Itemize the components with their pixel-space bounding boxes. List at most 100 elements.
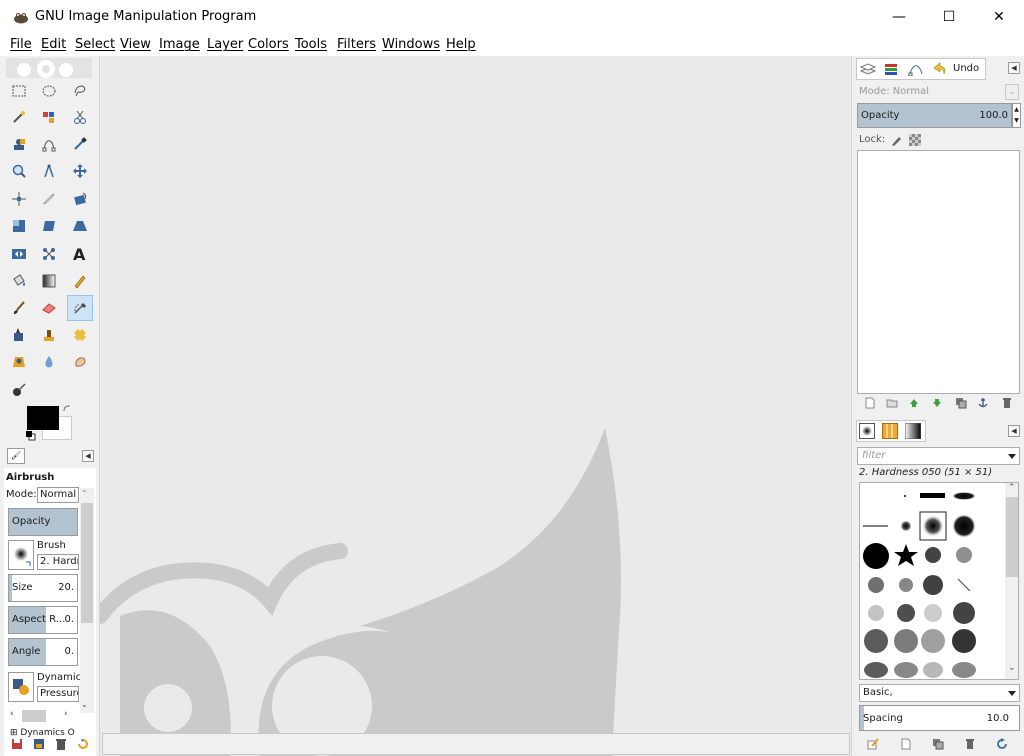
menu-windows[interactable]: Windows [382, 37, 440, 52]
layers-tab-icon[interactable] [859, 62, 877, 76]
flip-icon[interactable] [8, 243, 30, 265]
menu-image[interactable]: Image [159, 37, 200, 52]
image-canvas[interactable] [100, 56, 851, 756]
scissors-select-icon[interactable] [69, 106, 91, 128]
edit-brush-icon[interactable] [867, 738, 879, 750]
duplicate-brush-icon[interactable] [932, 738, 944, 750]
lock-pixels-icon[interactable] [890, 134, 902, 146]
scale-icon[interactable] [8, 215, 30, 237]
color-picker-icon[interactable] [69, 133, 91, 155]
brush-selector[interactable]: Brush 2. Hardn [8, 540, 79, 570]
raise-layer-icon[interactable] [908, 397, 920, 409]
align-icon[interactable] [8, 188, 30, 210]
undo-tab-label[interactable]: Undo [953, 63, 979, 74]
new-layer-group-icon[interactable] [886, 397, 898, 409]
ink-icon[interactable] [8, 324, 30, 346]
airbrush-icon[interactable] [67, 295, 93, 321]
brush-grid[interactable]: ⌃ ⌄ [859, 482, 1019, 680]
heal-icon[interactable] [69, 324, 91, 346]
blend-icon[interactable] [38, 270, 60, 292]
rotate-icon[interactable] [69, 188, 91, 210]
scroll-down-icon[interactable]: ⌄ [81, 700, 88, 709]
scroll-left-icon[interactable]: ‹ [10, 709, 14, 719]
clone-icon[interactable] [38, 324, 60, 346]
menu-tools[interactable]: Tools [295, 37, 327, 52]
opacity-slider[interactable]: Opacity [8, 508, 78, 536]
ellipse-select-icon[interactable] [38, 80, 60, 102]
gradients-tab-icon[interactable] [904, 422, 922, 440]
pencil-icon[interactable] [69, 270, 91, 292]
brushes-panel-menu-icon[interactable]: ◀ [1008, 425, 1020, 437]
lower-layer-icon[interactable] [931, 397, 943, 409]
duplicate-layer-icon[interactable] [955, 397, 967, 409]
paths-icon[interactable] [38, 133, 60, 155]
menu-colors[interactable]: Colors [248, 37, 289, 52]
perspective-icon[interactable] [69, 215, 91, 237]
save-options-icon[interactable] [11, 738, 23, 750]
layers-list[interactable] [857, 150, 1020, 394]
preset-dropdown-icon[interactable] [1008, 691, 1016, 696]
brush-thumbnails[interactable] [860, 483, 1005, 680]
bucket-fill-icon[interactable] [8, 270, 30, 292]
crop-icon[interactable] [38, 188, 60, 210]
dynamics-icon[interactable] [8, 672, 34, 702]
menu-layer[interactable]: Layer [207, 37, 243, 52]
fuzzy-select-icon[interactable] [8, 106, 30, 128]
tool-options-tab-icon[interactable]: 🖌 [7, 448, 25, 464]
mode-select[interactable]: Normal [37, 487, 79, 503]
smudge-icon[interactable] [69, 351, 91, 373]
shear-icon[interactable] [38, 215, 60, 237]
paintbrush-icon[interactable] [8, 297, 30, 319]
scroll-up-icon[interactable]: ⌃ [81, 489, 88, 498]
menu-select[interactable]: Select [75, 37, 115, 52]
opacity-spin-icon[interactable]: ▲ ▼ [1012, 103, 1021, 128]
anchor-layer-icon[interactable] [977, 397, 989, 409]
foreground-select-icon[interactable] [8, 133, 30, 155]
brush-scroll-up-icon[interactable]: ⌃ [1008, 483, 1016, 493]
layers-panel-menu-icon[interactable]: ◀ [1008, 62, 1020, 74]
new-layer-icon[interactable] [864, 397, 876, 409]
zoom-icon[interactable] [8, 160, 30, 182]
text-icon[interactable]: A [69, 243, 91, 265]
undo-tab-icon[interactable] [932, 61, 948, 77]
lock-alpha-icon[interactable] [909, 134, 921, 146]
brushes-tab-icon[interactable] [859, 423, 875, 439]
close-button[interactable]: ✕ [976, 0, 1022, 34]
angle-slider[interactable]: Angle 0. [8, 638, 78, 666]
cage-transform-icon[interactable] [38, 243, 60, 265]
eraser-icon[interactable] [38, 297, 60, 319]
brush-grid-scroll-thumb[interactable] [1006, 497, 1018, 577]
perspective-clone-icon[interactable] [8, 351, 30, 373]
paths-tab-icon[interactable] [908, 62, 924, 77]
brush-name-field[interactable]: 2. Hardn [37, 554, 79, 570]
aspect-ratio-slider[interactable]: Aspect R... 0. [8, 606, 78, 634]
panel-menu-icon[interactable]: ◀ [82, 450, 94, 462]
menu-filters[interactable]: Filters [337, 37, 376, 52]
channels-tab-icon[interactable] [883, 62, 899, 76]
minimize-button[interactable]: — [876, 0, 922, 34]
scroll-right-icon[interactable]: › [64, 709, 68, 719]
maximize-button[interactable]: ☐ [926, 0, 972, 34]
reset-options-icon[interactable] [77, 738, 89, 750]
measure-icon[interactable] [38, 160, 60, 182]
layers-opacity-slider[interactable]: Opacity 100.0 [857, 103, 1012, 128]
default-colors-icon[interactable] [26, 431, 36, 441]
blur-icon[interactable] [38, 351, 60, 373]
foreground-color-swatch[interactable] [27, 406, 59, 430]
select-by-color-icon[interactable] [38, 106, 60, 128]
patterns-tab-icon[interactable] [882, 423, 898, 439]
restore-options-icon[interactable] [33, 738, 45, 750]
brush-filter-input[interactable]: filter [857, 447, 1020, 465]
tool-options-scroll-thumb[interactable] [81, 503, 93, 623]
refresh-brushes-icon[interactable] [996, 738, 1008, 750]
swap-colors-icon[interactable] [62, 404, 72, 414]
mode-dropdown-icon[interactable]: ⌄ [1005, 84, 1019, 100]
brush-scroll-down-icon[interactable]: ⌄ [1008, 663, 1016, 673]
filter-dropdown-icon[interactable] [1008, 454, 1016, 459]
dynamics-field[interactable]: Pressure [37, 686, 79, 702]
delete-options-icon[interactable] [55, 738, 67, 750]
delete-brush-icon[interactable] [964, 738, 976, 750]
menu-file[interactable]: File [10, 37, 32, 52]
size-slider[interactable]: Size 20. [8, 574, 78, 602]
layers-mode-select[interactable]: Mode: Normal ⌄ [857, 84, 1020, 100]
